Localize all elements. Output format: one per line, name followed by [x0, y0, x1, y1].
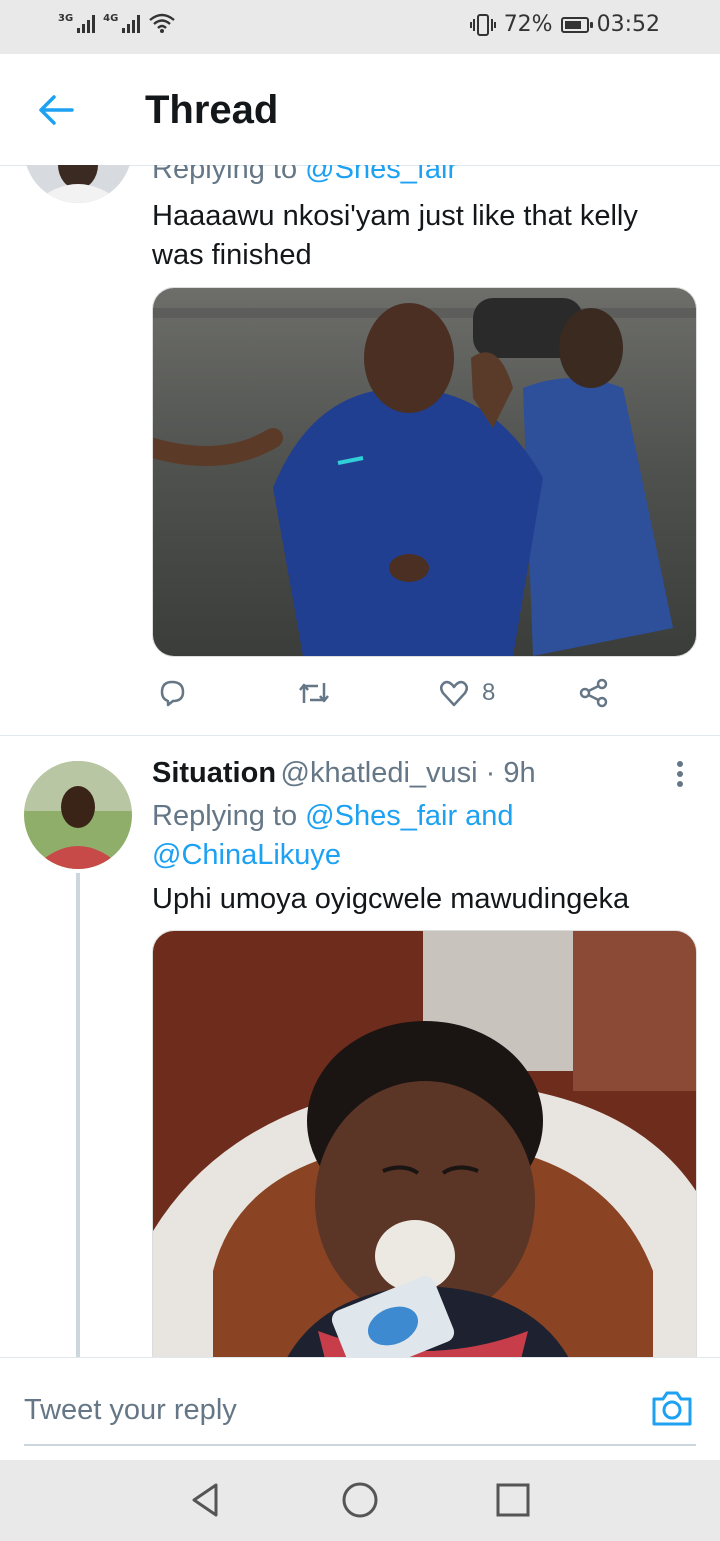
system-nav-bar	[0, 1460, 720, 1541]
signal-3g: 3G	[58, 13, 96, 33]
thread-header: Thread	[0, 54, 720, 166]
heart-icon	[440, 680, 468, 707]
tweet-image[interactable]	[152, 287, 697, 657]
nav-back-icon[interactable]	[186, 1480, 226, 1520]
replying-and: and	[457, 800, 514, 832]
nav-recents-icon[interactable]	[493, 1480, 533, 1520]
retweet-action[interactable]	[296, 677, 332, 709]
signal-bars-icon	[77, 13, 96, 33]
wifi-icon	[149, 13, 176, 33]
photo-coach-high-five	[153, 288, 696, 656]
more-options-icon[interactable]	[668, 759, 692, 789]
share-icon	[579, 678, 608, 708]
like-count: 8	[482, 679, 496, 706]
tweet-text: Haaaawu nkosi'yam just like that kelly w…	[152, 200, 638, 271]
vibrate-icon	[469, 13, 496, 36]
battery-percent: 72%	[503, 12, 553, 37]
mention-link[interactable]: @Shes_fair	[305, 165, 457, 185]
back-arrow-icon[interactable]	[34, 88, 78, 132]
avatar[interactable]	[24, 165, 132, 203]
mention-link[interactable]: @Shes_fair	[305, 800, 457, 832]
tweet-divider	[0, 735, 720, 736]
replying-label: Replying to	[152, 800, 306, 832]
signal-bars-icon	[122, 13, 141, 33]
system-indicators: 72% 03:52	[469, 12, 660, 37]
page-title: Thread	[145, 88, 279, 132]
clock: 03:52	[596, 12, 660, 37]
avatar[interactable]	[24, 761, 132, 869]
tweet-image[interactable]	[152, 930, 697, 1357]
share-action[interactable]	[578, 677, 610, 709]
camera-icon[interactable]	[650, 1388, 694, 1428]
replying-label: Replying to	[152, 165, 306, 185]
mention-link[interactable]: @ChinaLikuye	[152, 839, 341, 871]
reply-bar	[0, 1357, 720, 1461]
thread-content: Replying to @Shes_fair Haaaawu nkosi'yam…	[0, 165, 720, 1357]
signal-4g: 4G	[103, 13, 141, 33]
tweet-actions: 8	[152, 677, 622, 717]
author-name[interactable]: Situation	[152, 757, 276, 789]
tweet-text: Uphi umoya oyigcwele mawudingeka	[152, 883, 630, 915]
reply-action[interactable]	[156, 677, 188, 709]
replying-to-line: Replying to @Shes_fair and @ChinaLikuye	[152, 797, 692, 875]
nav-home-icon[interactable]	[340, 1480, 380, 1520]
thread-connector	[76, 873, 80, 1357]
tweet-time: 9h	[503, 757, 536, 789]
reply-input[interactable]	[24, 1376, 696, 1446]
network-label-1: 3G	[58, 13, 74, 24]
battery-icon	[560, 16, 593, 33]
separator-dot: ·	[477, 757, 504, 789]
reply-icon	[160, 680, 185, 707]
signal-indicators: 3G 4G	[58, 12, 176, 34]
photo-child-eating-yogurt	[153, 931, 696, 1357]
network-label-2: 4G	[103, 13, 119, 24]
retweet-icon	[299, 683, 329, 703]
replying-to-line: Replying to @Shes_fair	[152, 165, 457, 186]
like-action[interactable]: 8	[438, 677, 495, 709]
tweet-author-line: Situation @khatledi_vusi · 9h	[152, 757, 536, 790]
author-handle[interactable]: @khatledi_vusi	[281, 757, 478, 789]
status-bar: 3G 4G 72% 03:52	[0, 0, 720, 54]
